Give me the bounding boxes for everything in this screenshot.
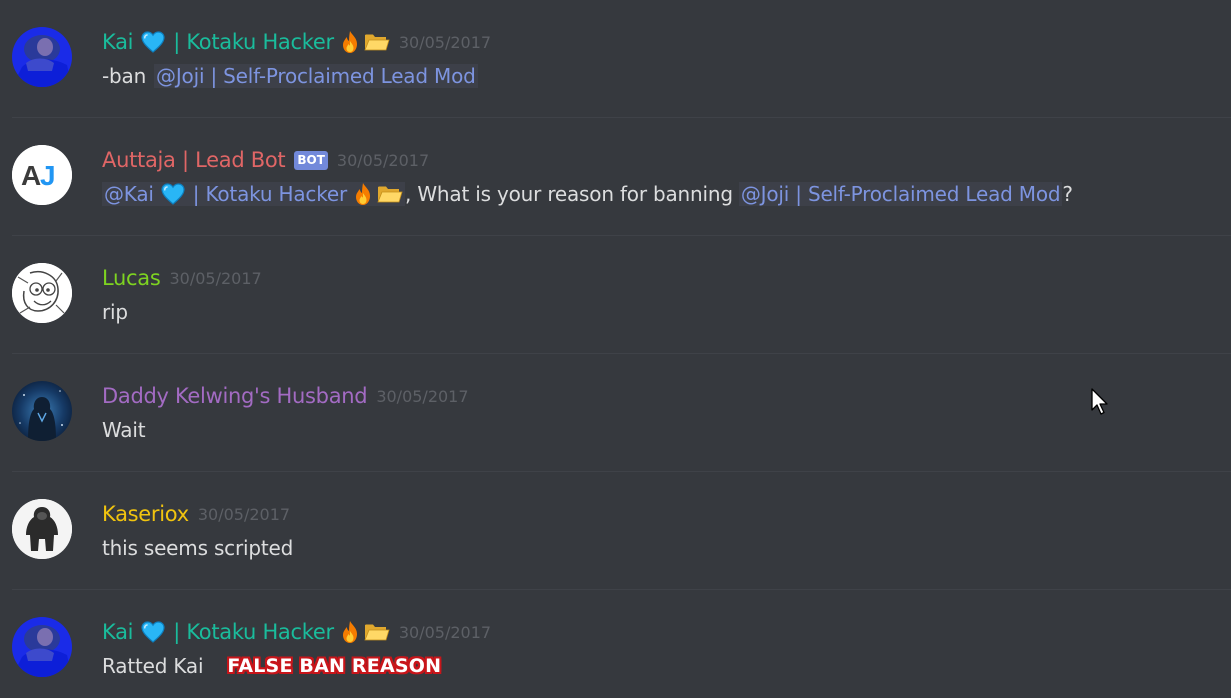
mention-name: @Kai: [104, 182, 154, 206]
fire-icon: [340, 30, 360, 54]
avatar-text-a: A: [21, 160, 41, 191]
message-header: Auttaja | Lead Bot BOT 30/05/2017: [102, 144, 429, 176]
timestamp: 30/05/2017: [169, 268, 262, 288]
avatar[interactable]: [12, 27, 72, 87]
message-content: this seems scripted: [102, 532, 293, 564]
message-content: rip: [102, 296, 128, 328]
username[interactable]: Kai: [102, 620, 134, 644]
username[interactable]: Kai: [102, 30, 134, 54]
blue-heart-icon: [141, 31, 165, 53]
message-item: Kaseriox 30/05/2017 this seems scripted: [0, 472, 1231, 590]
message-text: , What is your reason for banning: [405, 182, 733, 206]
username[interactable]: Lucas: [102, 266, 161, 290]
message-content: Ratted Kai FALSE BAN REASON: [102, 650, 441, 682]
message-text: Wait: [102, 418, 146, 442]
message-content: -ban @Joji | Self-Proclaimed Lead Mod: [102, 60, 478, 92]
message-text: Ratted Kai: [102, 654, 204, 678]
username[interactable]: Kaseriox: [102, 502, 189, 526]
username-suffix[interactable]: | Kotaku Hacker: [173, 620, 334, 644]
username-suffix[interactable]: | Kotaku Hacker: [173, 30, 334, 54]
timestamp: 30/05/2017: [376, 386, 469, 406]
message-item: A J Auttaja | Lead Bot BOT 30/05/2017 @K…: [0, 118, 1231, 236]
message-text: this seems scripted: [102, 536, 294, 560]
message-header: Kai | Kotaku Hacker 30/05/2017: [102, 26, 491, 58]
message-header: Kaseriox 30/05/2017: [102, 498, 290, 530]
avatar[interactable]: [12, 381, 72, 441]
message-item: Lucas 30/05/2017 rip: [0, 236, 1231, 354]
avatar[interactable]: [12, 617, 72, 677]
message-header: Lucas 30/05/2017: [102, 262, 262, 294]
fire-icon: [340, 620, 360, 644]
fire-icon: [353, 182, 373, 206]
message-text: -ban: [102, 64, 147, 88]
folder-icon: [364, 32, 390, 52]
timestamp: 30/05/2017: [398, 622, 492, 642]
user-mention[interactable]: @Joji | Self-Proclaimed Lead Mod: [738, 182, 1063, 206]
chat-message-list: Kai | Kotaku Hacker 30/05/2017 -ban @Joj…: [0, 0, 1231, 698]
mouse-cursor-icon: [1091, 388, 1108, 415]
folder-icon: [364, 622, 390, 642]
message-text-end: ?: [1062, 182, 1073, 206]
message-content: Wait: [102, 414, 146, 446]
avatar-text-j: J: [40, 160, 56, 191]
message-header: Daddy Kelwing's Husband 30/05/2017: [102, 380, 469, 412]
user-mention[interactable]: @Joji | Self-Proclaimed Lead Mod: [154, 64, 478, 88]
avatar[interactable]: [12, 499, 72, 559]
false-ban-reason-annotation: FALSE BAN REASON: [227, 655, 442, 677]
timestamp: 30/05/2017: [398, 32, 492, 52]
timestamp: 30/05/2017: [197, 504, 291, 524]
blue-heart-icon: [141, 621, 165, 643]
mention-suffix: | Kotaku Hacker: [192, 182, 348, 206]
timestamp: 30/05/2017: [336, 150, 430, 170]
bot-badge: BOT: [294, 150, 328, 170]
avatar[interactable]: [12, 263, 72, 323]
username[interactable]: Auttaja | Lead Bot: [102, 148, 286, 172]
user-mention[interactable]: @Kai | Kotaku Hacker: [102, 182, 406, 206]
folder-icon: [377, 184, 403, 204]
message-item: Daddy Kelwing's Husband 30/05/2017 Wait: [0, 354, 1231, 472]
message-header: Kai | Kotaku Hacker 30/05/2017: [102, 616, 491, 648]
message-item: Kai | Kotaku Hacker 30/05/2017 -ban @Joj…: [0, 0, 1231, 118]
username[interactable]: Daddy Kelwing's Husband: [102, 384, 368, 408]
avatar[interactable]: A J: [12, 145, 72, 205]
message-item: Kai | Kotaku Hacker 30/05/2017 Ratted Ka…: [0, 590, 1231, 698]
message-content: @Kai | Kotaku Hacker , What is your reas…: [102, 178, 1073, 210]
blue-heart-icon: [161, 183, 185, 205]
message-text: rip: [102, 300, 128, 324]
